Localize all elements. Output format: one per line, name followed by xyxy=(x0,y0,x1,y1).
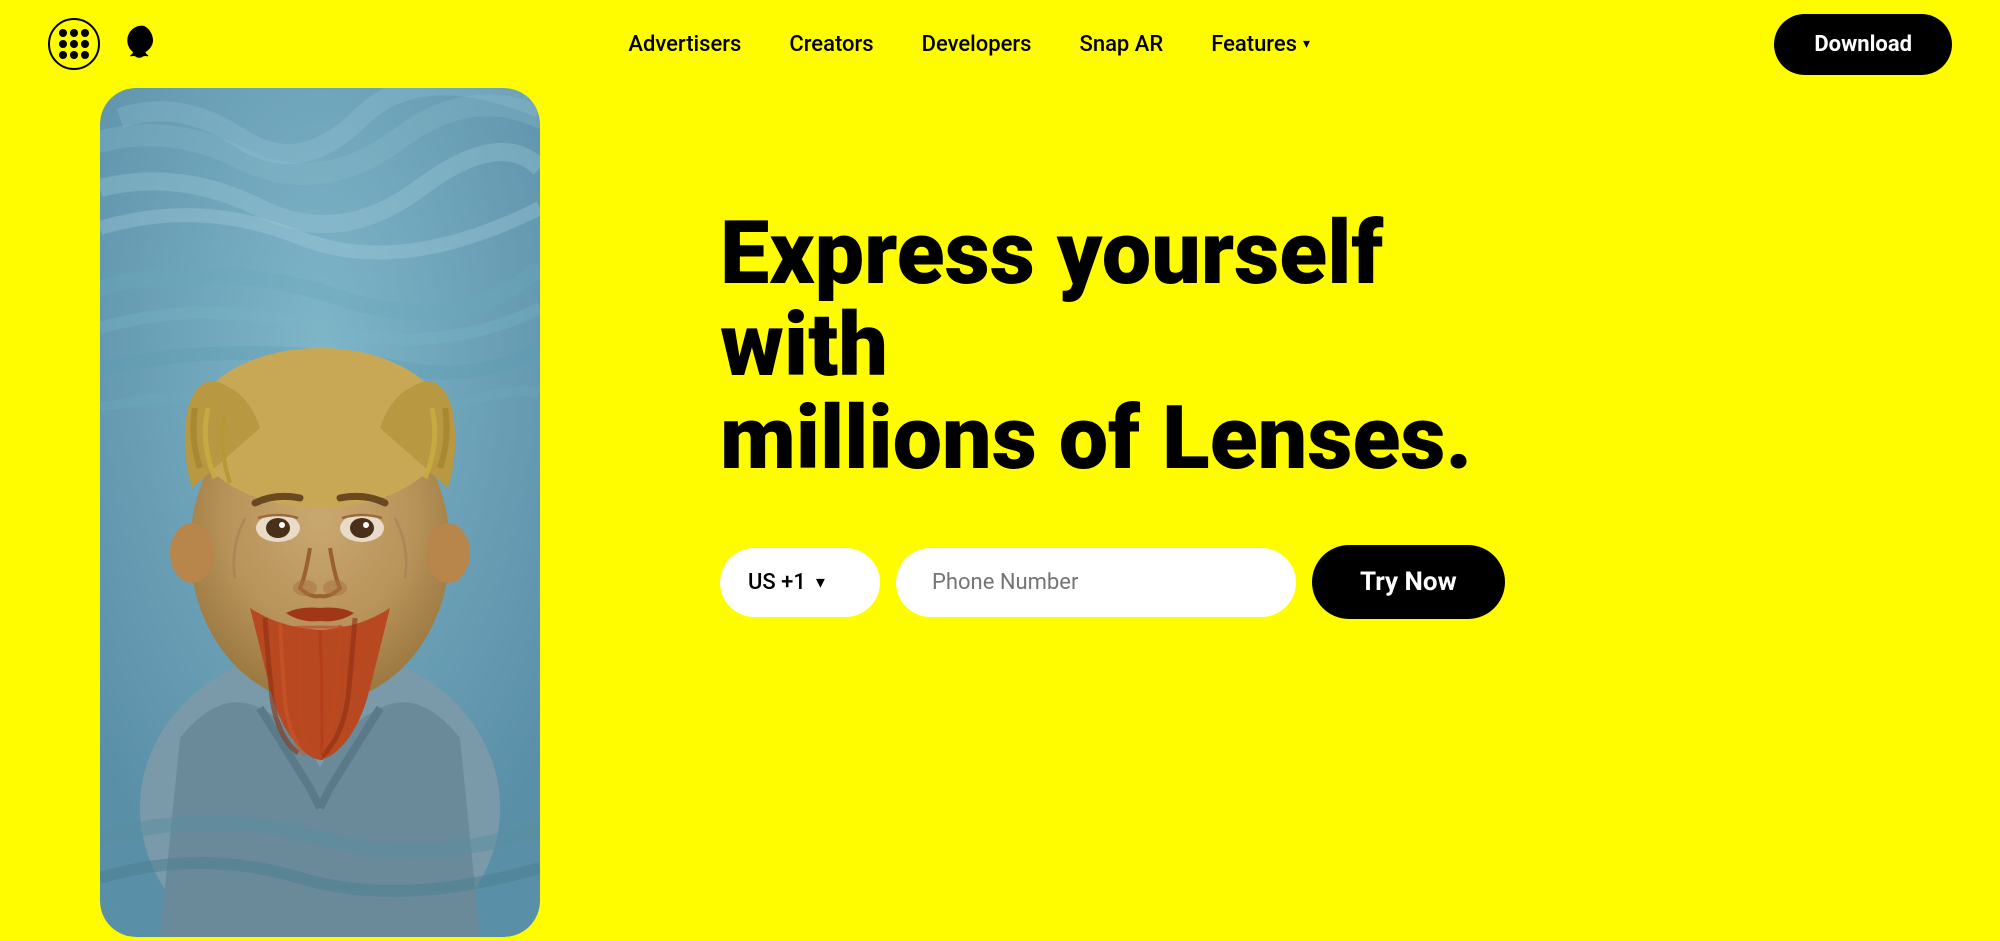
hero-title-line2: millions of Lenses. xyxy=(720,387,1472,490)
chevron-down-icon: ▾ xyxy=(1303,36,1310,52)
navbar-left xyxy=(48,18,164,70)
hero-title-line1: Express yourself with xyxy=(720,202,1383,397)
hero-painting xyxy=(100,88,540,937)
navbar: Advertisers Creators Developers Snap AR … xyxy=(0,0,2000,88)
nav-advertisers[interactable]: Advertisers xyxy=(628,32,741,57)
grid-icon xyxy=(59,29,89,59)
country-code-selector[interactable]: US +1 ▾ xyxy=(720,548,880,617)
try-now-button[interactable]: Try Now xyxy=(1312,545,1505,619)
nav-features[interactable]: Features ▾ xyxy=(1211,32,1310,57)
hero-form: US +1 ▾ Try Now xyxy=(720,545,1920,619)
hero-image-container xyxy=(100,88,640,937)
apps-menu-button[interactable] xyxy=(48,18,100,70)
hero-section: Express yourself with millions of Lenses… xyxy=(0,88,2000,937)
phone-number-input[interactable] xyxy=(896,548,1296,617)
nav-developers[interactable]: Developers xyxy=(922,32,1032,57)
features-label: Features xyxy=(1211,32,1297,57)
dropdown-chevron-icon: ▾ xyxy=(816,572,825,593)
country-code-label: US +1 xyxy=(748,570,806,595)
snapchat-logo[interactable] xyxy=(120,22,164,66)
navbar-center: Advertisers Creators Developers Snap AR … xyxy=(628,32,1310,57)
hero-content: Express yourself with millions of Lenses… xyxy=(640,208,2000,619)
hero-title: Express yourself with millions of Lenses… xyxy=(720,208,1500,485)
nav-creators[interactable]: Creators xyxy=(789,32,873,57)
nav-snap-ar[interactable]: Snap AR xyxy=(1080,32,1164,57)
download-button[interactable]: Download xyxy=(1774,14,1952,75)
